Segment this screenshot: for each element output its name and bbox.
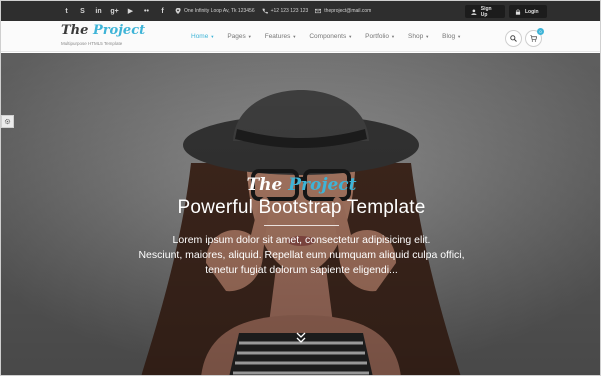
double-chevron-down-icon[interactable]: [295, 331, 307, 345]
hero-text-line-3: tenetur fugiat dolorum sapiente eligendi…: [205, 264, 398, 276]
nav-label: Shop: [408, 33, 424, 40]
contact-info: One Infinity Loop Av, Tk 123456 +12 123 …: [175, 1, 371, 21]
hero-logo-the: The: [246, 175, 283, 195]
shopping-cart-icon: [530, 35, 537, 42]
chevron-down-icon: ▼: [391, 34, 395, 39]
logo-project: Project: [92, 23, 146, 38]
address-item: One Infinity Loop Av, Tk 123456: [175, 8, 255, 14]
chevron-down-icon: ▼: [457, 34, 462, 39]
site-tagline: Multipurpose HTML5 Template: [61, 41, 123, 46]
phone-icon: [262, 8, 268, 14]
site-header: The Project Multipurpose HTML5 Template …: [1, 21, 600, 52]
page-frame: t S in g+ ▶ •• f P One Infinity Loop Av,…: [0, 0, 601, 376]
nav-item-shop[interactable]: Shop ▼: [408, 33, 429, 40]
hero-text-line-1: Lorem ipsum dolor sit amet, consectetur …: [172, 234, 431, 246]
nav-label: Pages: [227, 33, 246, 40]
nav-label: Features: [264, 33, 291, 40]
facebook-icon[interactable]: f: [157, 4, 168, 18]
search-icon: [510, 35, 517, 42]
search-button[interactable]: [505, 30, 522, 47]
youtube-icon[interactable]: ▶: [125, 4, 136, 18]
logo-the: The: [61, 23, 89, 38]
signup-button[interactable]: Sign Up: [465, 5, 505, 18]
nav-item-blog[interactable]: Blog ▼: [442, 33, 461, 40]
phone-item: +12 123 123 123: [262, 8, 309, 14]
chevron-down-icon: ▼: [247, 34, 252, 39]
email-item: theproject@mail.com: [315, 8, 371, 14]
twitter-icon[interactable]: t: [61, 4, 72, 18]
lock-icon: [515, 8, 521, 15]
chevron-down-icon: ▼: [348, 34, 353, 39]
top-bar: t S in g+ ▶ •• f P One Infinity Loop Av,…: [1, 1, 600, 21]
email-text[interactable]: theproject@mail.com: [324, 8, 371, 14]
hero-text-line-2: Nesciunt, maiores, aliquid. Repellat eum…: [138, 249, 465, 261]
signup-label: Sign Up: [480, 5, 492, 18]
phone-text: +12 123 123 123: [270, 8, 309, 14]
map-marker-icon: [175, 8, 181, 14]
linkedin-icon[interactable]: in: [93, 4, 104, 18]
hero-logo-project: Project: [288, 175, 357, 195]
nav-label: Components: [309, 33, 347, 40]
cart-count-badge: 0: [537, 28, 544, 35]
gear-icon: [4, 118, 11, 125]
nav-label: Home: [191, 33, 209, 40]
hero-divider: [264, 225, 339, 226]
chevron-down-icon: ▼: [210, 34, 215, 39]
chevron-down-icon: ▼: [425, 34, 430, 39]
skype-icon[interactable]: S: [77, 4, 88, 18]
login-label: Login: [525, 8, 539, 15]
nav-label: Blog: [442, 33, 456, 40]
settings-toggle[interactable]: [1, 115, 14, 128]
flickr-icon[interactable]: ••: [141, 4, 152, 18]
google-plus-icon[interactable]: g+: [109, 4, 120, 18]
address-text: One Infinity Loop Av, Tk 123456: [184, 8, 255, 14]
hero-logo: The Project: [1, 175, 600, 195]
main-nav: Home ▼ Pages ▼ Features ▼ Components ▼ Portf…: [191, 21, 461, 52]
hero-slider: The Project Powerful Bootstrap Template …: [1, 53, 600, 375]
envelope-icon: [315, 8, 322, 14]
user-icon: [471, 9, 477, 15]
nav-item-portfolio[interactable]: Portfolio ▼: [365, 33, 395, 40]
login-button[interactable]: Login: [509, 5, 547, 18]
nav-item-pages[interactable]: Pages ▼: [227, 33, 251, 40]
nav-item-features[interactable]: Features ▼: [265, 33, 297, 40]
nav-item-home[interactable]: Home ▼: [191, 33, 214, 40]
social-links: t S in g+ ▶ •• f P: [61, 4, 184, 18]
nav-item-components[interactable]: Components ▼: [309, 33, 352, 40]
chevron-down-icon: ▼: [292, 34, 297, 39]
nav-label: Portfolio: [365, 33, 390, 40]
hero-title: Powerful Bootstrap Template: [177, 197, 426, 218]
site-logo[interactable]: The Project: [61, 23, 145, 38]
